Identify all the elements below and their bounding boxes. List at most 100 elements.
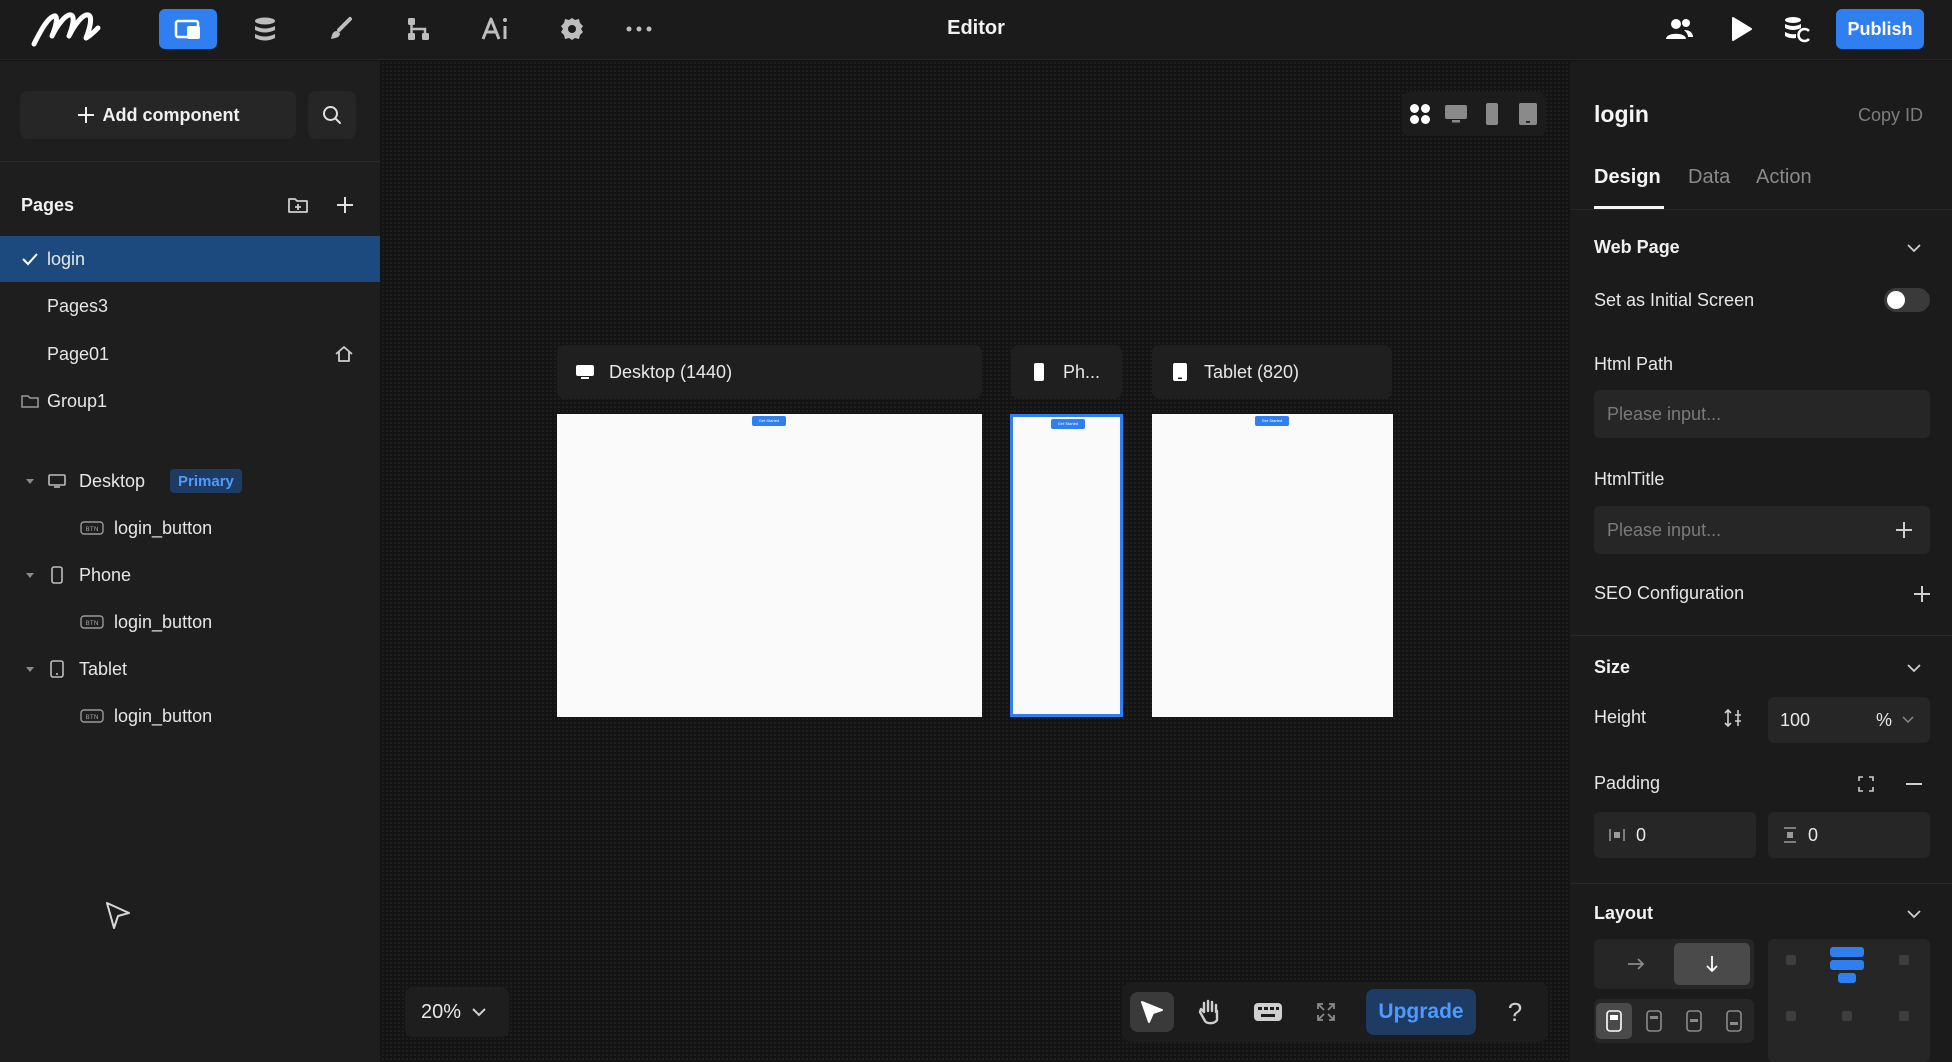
- caret-down-icon[interactable]: [24, 663, 36, 675]
- align-middle-icon[interactable]: [1636, 1003, 1672, 1039]
- tree-item-desktop[interactable]: Desktop Primary: [0, 458, 380, 504]
- height-label: Height: [1594, 707, 1647, 727]
- height-input[interactable]: 100 %: [1768, 697, 1930, 743]
- tree-item-phone[interactable]: Phone: [0, 552, 380, 598]
- frame-tab-phone[interactable]: Ph...: [1011, 345, 1122, 399]
- settings-icon[interactable]: [543, 9, 601, 49]
- direction-horizontal-button[interactable]: [1598, 943, 1674, 985]
- add-folder-icon[interactable]: [286, 193, 310, 217]
- fit-screen-icon[interactable]: [1304, 992, 1348, 1032]
- padding-horizontal-input[interactable]: 0: [1594, 812, 1756, 858]
- add-component-label: Add component: [102, 104, 240, 125]
- chevron-down-icon[interactable]: [1904, 904, 1924, 924]
- page-item-page01[interactable]: Page01: [0, 331, 380, 377]
- tab-data[interactable]: Data: [1688, 166, 1730, 189]
- add-component-button[interactable]: Add component: [20, 91, 296, 139]
- code-export-icon[interactable]: [1768, 9, 1826, 49]
- toggle-knob: [1887, 291, 1905, 309]
- tree-item-login-button[interactable]: BTN login_button: [0, 693, 380, 739]
- padding-all-sides-icon[interactable]: [1856, 774, 1876, 794]
- workflow-icon[interactable]: [389, 9, 447, 49]
- phone-view-icon[interactable]: [1480, 102, 1504, 126]
- section-layout[interactable]: Layout: [1594, 903, 1653, 924]
- help-button[interactable]: ?: [1493, 992, 1537, 1032]
- align-dot[interactable]: [1786, 955, 1796, 965]
- size-mode-icon[interactable]: [1722, 707, 1744, 729]
- align-dot[interactable]: [1786, 1011, 1796, 1021]
- plus-icon[interactable]: [1894, 520, 1914, 540]
- align-dot[interactable]: [1899, 1011, 1909, 1021]
- initial-screen-toggle[interactable]: [1884, 288, 1930, 312]
- phone-icon: [47, 565, 67, 585]
- desktop-frame[interactable]: Get Started: [557, 414, 982, 717]
- database-icon[interactable]: [236, 9, 294, 49]
- tab-action[interactable]: Action: [1756, 166, 1812, 189]
- padding-vertical-input[interactable]: 0: [1768, 812, 1930, 858]
- frame-tab-desktop[interactable]: Desktop (1440): [557, 345, 982, 399]
- caret-down-icon[interactable]: [24, 475, 36, 487]
- chevron-down-icon[interactable]: [1902, 716, 1914, 724]
- svg-text:BTN: BTN: [85, 713, 98, 721]
- login-button-preview[interactable]: Get Started: [1051, 419, 1085, 429]
- login-button-preview[interactable]: Get Started: [1255, 416, 1289, 426]
- home-icon[interactable]: [334, 344, 354, 364]
- tablet-frame[interactable]: Get Started: [1152, 414, 1393, 717]
- align-space-icon[interactable]: [1676, 1003, 1712, 1039]
- align-dot[interactable]: [1842, 1011, 1852, 1021]
- more-icon[interactable]: [610, 9, 668, 49]
- ai-icon[interactable]: [466, 9, 524, 49]
- tree-item-login-button[interactable]: BTN login_button: [0, 599, 380, 645]
- alignment-grid[interactable]: [1768, 939, 1930, 1062]
- plus-icon[interactable]: [1912, 584, 1932, 604]
- search-button[interactable]: [308, 91, 356, 139]
- page-item-group1[interactable]: Group1: [0, 378, 380, 424]
- html-path-input[interactable]: Please input...: [1594, 390, 1930, 438]
- direction-vertical-button[interactable]: [1674, 943, 1750, 985]
- tree-label: Desktop: [79, 470, 146, 491]
- divider: [1570, 209, 1952, 210]
- zoom-select[interactable]: 20%: [405, 987, 509, 1037]
- upgrade-button[interactable]: Upgrade: [1366, 989, 1476, 1035]
- check-icon: [20, 249, 40, 269]
- plus-icon: [77, 107, 94, 123]
- app-logo[interactable]: [30, 8, 105, 48]
- frame-tab-tablet[interactable]: Tablet (820): [1152, 345, 1392, 399]
- preview-play-icon[interactable]: [1712, 9, 1770, 49]
- section-web-page[interactable]: Web Page: [1594, 237, 1680, 258]
- minus-icon[interactable]: [1904, 774, 1924, 794]
- select-tool-icon[interactable]: [1130, 992, 1174, 1032]
- pages-heading: Pages: [21, 195, 75, 215]
- align-bottom-icon[interactable]: [1716, 1003, 1752, 1039]
- align-dot[interactable]: [1899, 955, 1909, 965]
- copy-id-link[interactable]: Copy ID: [1858, 105, 1923, 126]
- caret-down-icon[interactable]: [24, 569, 36, 581]
- page-item-login[interactable]: login: [0, 236, 380, 282]
- all-views-icon[interactable]: [1408, 102, 1432, 126]
- login-button-preview[interactable]: Get Started: [752, 416, 786, 426]
- add-page-icon[interactable]: [333, 193, 357, 217]
- page-label: Group1: [47, 390, 108, 411]
- html-title-input[interactable]: Please input...: [1594, 506, 1930, 554]
- keyboard-icon[interactable]: [1246, 992, 1290, 1032]
- tree-item-tablet[interactable]: Tablet: [0, 646, 380, 692]
- tab-design[interactable]: Design: [1594, 166, 1661, 189]
- tree-item-login-button[interactable]: BTN login_button: [0, 505, 380, 551]
- chevron-down-icon: [472, 1008, 486, 1017]
- chevron-down-icon[interactable]: [1904, 238, 1924, 258]
- button-component-icon: BTN: [80, 612, 104, 632]
- page-label: Page01: [47, 343, 110, 364]
- phone-frame[interactable]: Get Started: [1010, 414, 1123, 717]
- tablet-view-icon[interactable]: [1516, 102, 1540, 126]
- page-item-pages3[interactable]: Pages3: [0, 283, 380, 329]
- chevron-down-icon[interactable]: [1904, 658, 1924, 678]
- align-top-icon[interactable]: [1596, 1003, 1632, 1039]
- section-size[interactable]: Size: [1594, 657, 1630, 678]
- desktop-view-icon[interactable]: [1444, 102, 1468, 126]
- hand-tool-icon[interactable]: [1188, 992, 1232, 1032]
- pages-icon[interactable]: [159, 9, 217, 49]
- align-options: [1594, 999, 1754, 1043]
- divider: [1570, 635, 1952, 636]
- publish-button[interactable]: Publish: [1836, 9, 1924, 49]
- collaborators-icon[interactable]: [1650, 9, 1708, 49]
- brush-icon[interactable]: [312, 9, 370, 49]
